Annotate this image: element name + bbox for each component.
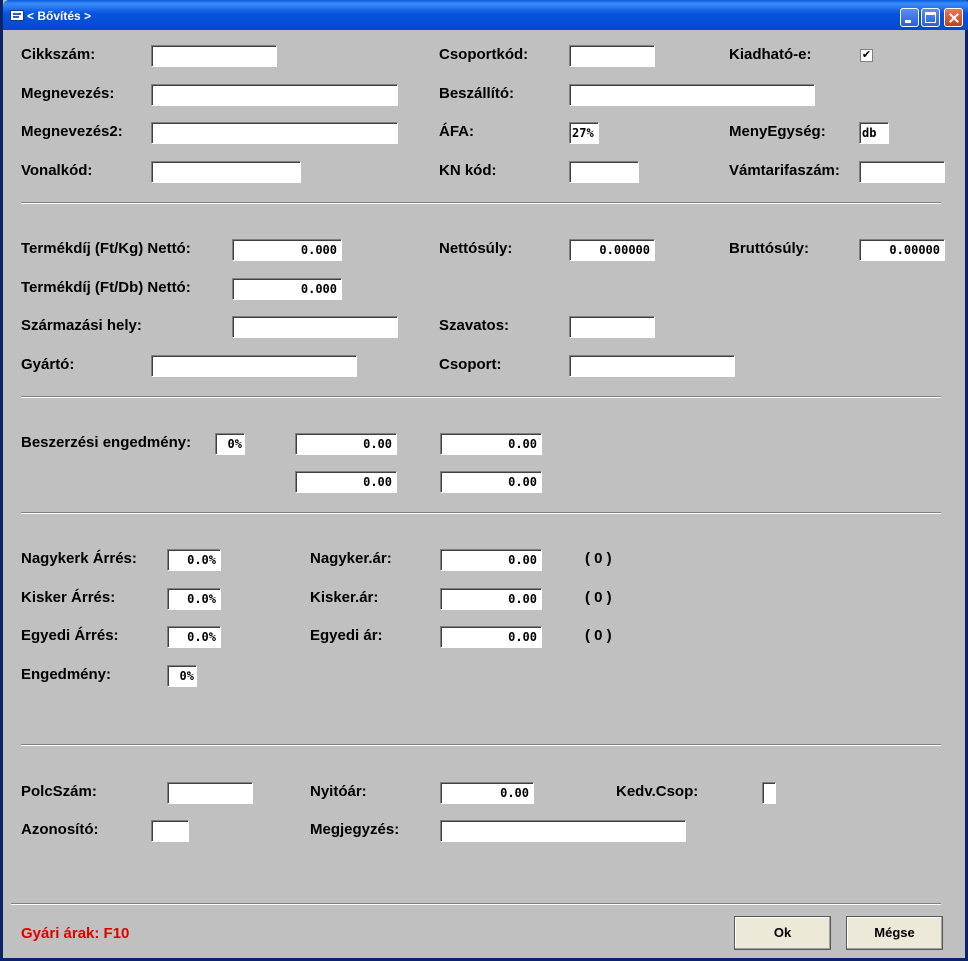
vonalkod-label: Vonalkód: xyxy=(21,162,93,179)
nyitoar-field[interactable]: 0.00 xyxy=(440,782,534,804)
nagyker-arres-field[interactable]: 0.0% xyxy=(167,549,221,571)
cancel-button[interactable]: Mégse xyxy=(846,916,943,950)
megjegyzes-label: Megjegyzés: xyxy=(310,821,400,838)
close-icon[interactable] xyxy=(944,8,963,27)
vonalkod-field[interactable] xyxy=(151,161,301,183)
afa-field[interactable]: 27% xyxy=(569,122,599,144)
afa-label: ÁFA: xyxy=(439,123,474,140)
kedvcsop-label: Kedv.Csop: xyxy=(616,783,699,800)
egyedi-arres-label: Egyedi Árrés: xyxy=(21,627,119,644)
dialog-window: < Bővítés > Cikkszám: Csoportkód: Kiadha… xyxy=(0,0,968,961)
knkod-label: KN kód: xyxy=(439,162,497,179)
csoportkod-label: Csoportkód: xyxy=(439,46,529,63)
megnevezes2-label: Megnevezés2: xyxy=(21,123,123,140)
csoport-label: Csoport: xyxy=(439,356,502,373)
beszerzesi-engedmeny-pct-field[interactable]: 0% xyxy=(215,433,245,455)
termekdij-db-label: Termékdíj (Ft/Db) Nettó: xyxy=(21,279,191,296)
beszerzes-value-field[interactable]: 0.00 xyxy=(440,471,542,493)
polcszam-field[interactable] xyxy=(167,782,253,804)
kedvcsop-field[interactable] xyxy=(762,782,776,804)
menyegyseg-field[interactable]: db xyxy=(859,122,889,144)
termekdij-db-field[interactable]: 0.000 xyxy=(232,278,342,300)
kisker-arres-field[interactable]: 0.0% xyxy=(167,588,221,610)
divider xyxy=(21,396,941,398)
bruttosuly-label: Bruttósúly: xyxy=(729,240,809,257)
beszerzes-value-field[interactable]: 0.00 xyxy=(295,471,397,493)
egyedi-arres-field[interactable]: 0.0% xyxy=(167,626,221,648)
csoport-field[interactable] xyxy=(569,355,735,377)
nagyker-ar-field[interactable]: 0.00 xyxy=(440,549,542,571)
egyedi-ar-field[interactable]: 0.00 xyxy=(440,626,542,648)
termekdij-kg-label: Termékdíj (Ft/Kg) Nettó: xyxy=(21,240,191,257)
divider xyxy=(21,202,941,204)
egyedi-ar-label: Egyedi ár: xyxy=(310,627,383,644)
egyedi-count: ( 0 ) xyxy=(585,627,612,644)
beszallito-label: Beszállító: xyxy=(439,85,515,102)
bruttosuly-field[interactable]: 0.00000 xyxy=(859,239,945,261)
cikkszam-label: Cikkszám: xyxy=(21,46,96,63)
beszallito-field[interactable] xyxy=(569,84,815,106)
megnevezes2-field[interactable] xyxy=(151,122,398,144)
szarmazasi-field[interactable] xyxy=(232,316,398,338)
window-title: < Bővítés > xyxy=(27,9,92,23)
nettosuly-field[interactable]: 0.00000 xyxy=(569,239,655,261)
kiadhato-label: Kiadható-e: xyxy=(729,46,812,63)
cikkszam-field[interactable] xyxy=(151,45,277,67)
title-bar[interactable]: < Bővítés > xyxy=(3,0,968,30)
gyarto-label: Gyártó: xyxy=(21,356,75,373)
minimize-icon[interactable] xyxy=(900,8,919,27)
beszerzes-value-field[interactable]: 0.00 xyxy=(440,433,542,455)
app-icon[interactable] xyxy=(10,10,24,21)
megnevezes-label: Megnevezés: xyxy=(21,85,115,102)
engedmeny-label: Engedmény: xyxy=(21,666,112,683)
knkod-field[interactable] xyxy=(569,161,639,183)
nyitoar-label: Nyitóár: xyxy=(310,783,367,800)
azonosito-field[interactable] xyxy=(151,820,189,842)
azonosito-label: Azonosító: xyxy=(21,821,99,838)
kisker-count: ( 0 ) xyxy=(585,589,612,606)
divider xyxy=(21,744,941,746)
ok-button[interactable]: Ok xyxy=(734,916,831,950)
nagyker-ar-label: Nagyker.ár: xyxy=(310,550,392,567)
szavatos-field[interactable] xyxy=(569,316,655,338)
megjegyzes-field[interactable] xyxy=(440,820,686,842)
gyarto-field[interactable] xyxy=(151,355,357,377)
maximize-icon[interactable] xyxy=(921,8,940,27)
megnevezes-field[interactable] xyxy=(151,84,398,106)
beszerzes-value-field[interactable]: 0.00 xyxy=(295,433,397,455)
kisker-arres-label: Kisker Árrés: xyxy=(21,589,116,606)
kisker-ar-field[interactable]: 0.00 xyxy=(440,588,542,610)
vamtarifa-field[interactable] xyxy=(859,161,945,183)
polcszam-label: PolcSzám: xyxy=(21,783,97,800)
menyegyseg-label: MenyEgység: xyxy=(729,123,826,140)
csoportkod-field[interactable] xyxy=(569,45,655,67)
nettosuly-label: Nettósúly: xyxy=(439,240,513,257)
beszerzesi-engedmeny-label: Beszerzési engedmény: xyxy=(21,434,192,451)
engedmeny-field[interactable]: 0% xyxy=(167,665,197,687)
divider xyxy=(21,512,941,514)
kisker-ar-label: Kisker.ár: xyxy=(310,589,379,606)
factory-prices-hint: Gyári árak: F10 xyxy=(21,925,130,942)
szarmazasi-label: Származási hely: xyxy=(21,317,142,334)
vamtarifa-label: Vámtarifaszám: xyxy=(729,162,840,179)
footer-divider xyxy=(11,903,941,905)
termekdij-kg-field[interactable]: 0.000 xyxy=(232,239,342,261)
nagyker-count: ( 0 ) xyxy=(585,550,612,567)
szavatos-label: Szavatos: xyxy=(439,317,510,334)
kiadhato-checkbox[interactable]: ✔ xyxy=(860,49,873,62)
nagyker-arres-label: Nagykerk Árrés: xyxy=(21,550,137,567)
